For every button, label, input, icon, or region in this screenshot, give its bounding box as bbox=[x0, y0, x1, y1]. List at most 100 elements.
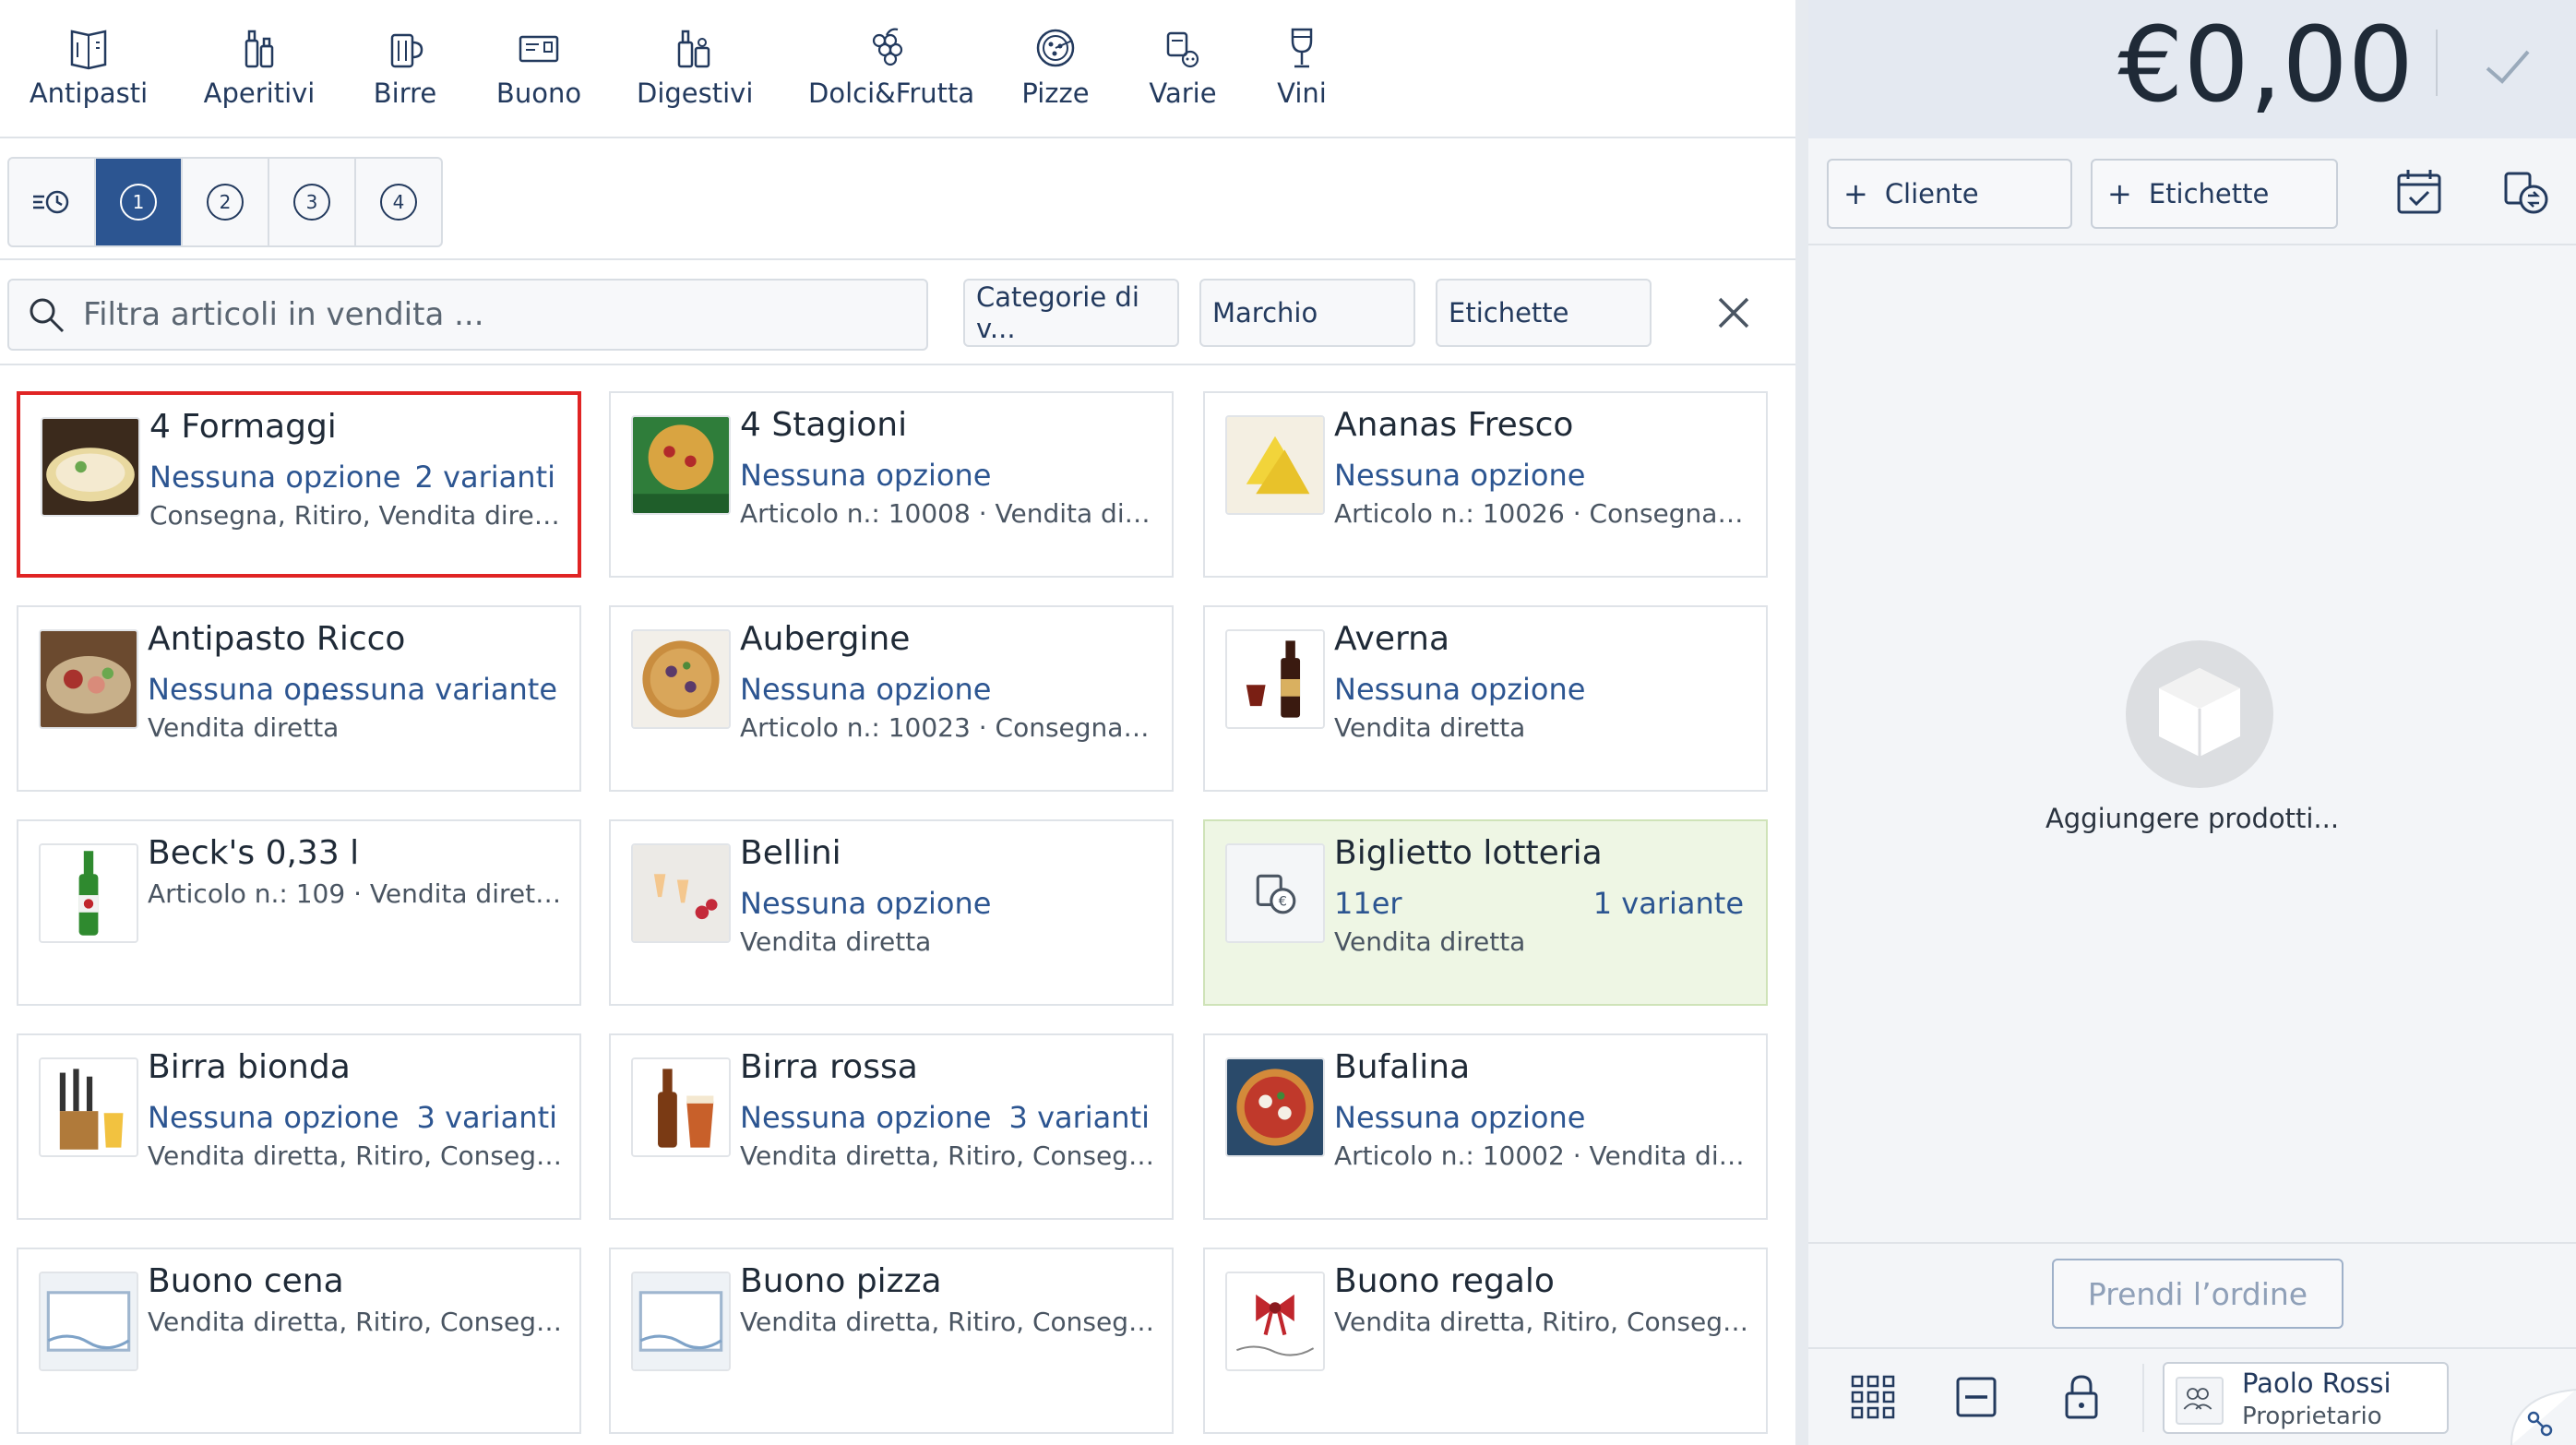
category-varie[interactable]: Varie bbox=[1144, 24, 1222, 116]
minus-square-icon[interactable] bbox=[1952, 1373, 2000, 1421]
search-placeholder: Filtra articoli in vendita ... bbox=[83, 296, 484, 333]
course-tab-4[interactable]: 4 bbox=[356, 159, 441, 245]
product-card-becks[interactable]: Beck's 0,33 l Articolo n.: 109 · Vendita… bbox=[17, 819, 581, 1006]
divider bbox=[1808, 244, 2576, 245]
cart-total: €0,00 bbox=[2117, 6, 2414, 125]
product-card-averna[interactable]: Averna Nessuna opzione Vendita diretta bbox=[1203, 605, 1768, 792]
product-image bbox=[1225, 415, 1325, 515]
category-label: Birre bbox=[373, 78, 437, 109]
product-image bbox=[631, 1057, 731, 1157]
liquor-bottles-icon bbox=[637, 24, 751, 78]
category-label: Dolci&Frutta bbox=[808, 78, 975, 109]
category-birre[interactable]: Birre bbox=[364, 24, 447, 116]
product-card-4-stagioni[interactable]: 4 Stagioni Nessuna opzione Articolo n.: … bbox=[609, 391, 1174, 578]
voucher-icon bbox=[489, 24, 589, 78]
cart-panel: €0,00 + Cliente + Etichette Aggiungere p… bbox=[1808, 0, 2576, 1445]
product-card-antipasto-ricco[interactable]: Antipasto Ricco Nessuna op... nessuna va… bbox=[17, 605, 581, 792]
pizza-icon bbox=[1015, 24, 1096, 78]
product-card-bellini[interactable]: Bellini Nessuna opzione Vendita diretta bbox=[609, 819, 1174, 1006]
product-image bbox=[39, 629, 138, 729]
product-image: € bbox=[1225, 843, 1325, 943]
product-image bbox=[39, 843, 138, 943]
product-card-4-formaggi[interactable]: 4 Formaggi Nessuna opzione 2 varianti Co… bbox=[17, 391, 581, 578]
plus-icon: + bbox=[1843, 176, 1868, 211]
course-tabs: 1 2 3 4 bbox=[7, 157, 443, 247]
category-pizze[interactable]: Pizze bbox=[1015, 24, 1096, 116]
connection-icon[interactable] bbox=[2502, 1377, 2576, 1445]
product-panel: Antipasti Aperitivi Birre Buono Digestiv… bbox=[0, 0, 1795, 1445]
product-card-birra-rossa[interactable]: Birra rossa Nessuna opzione 3 varianti V… bbox=[609, 1033, 1174, 1220]
product-card-ananas-fresco[interactable]: Ananas Fresco Nessuna opzione Articolo n… bbox=[1203, 391, 1768, 578]
category-label: Vini bbox=[1277, 78, 1327, 109]
product-image bbox=[1225, 1057, 1325, 1157]
divider bbox=[1808, 1347, 2576, 1349]
category-label: Pizze bbox=[1021, 78, 1090, 109]
product-card-buono-regalo[interactable]: Buono regalo Vendita diretta, Ritiro, Co… bbox=[1203, 1248, 1768, 1434]
course-tab-2[interactable]: 2 bbox=[183, 159, 269, 245]
plus-icon: + bbox=[2107, 176, 2132, 211]
add-labels-button[interactable]: + Etichette bbox=[2091, 159, 2338, 229]
category-label: Antipasti bbox=[29, 78, 149, 109]
empty-cart-box-icon bbox=[2126, 640, 2273, 788]
course-tab-1[interactable]: 1 bbox=[96, 159, 183, 245]
category-antipasti[interactable]: Antipasti bbox=[28, 24, 149, 116]
bottles-icon bbox=[199, 24, 319, 78]
divider bbox=[2142, 1364, 2144, 1432]
category-dolci-frutta[interactable]: Dolci&Frutta bbox=[808, 24, 975, 116]
divider bbox=[2436, 30, 2438, 96]
product-image bbox=[631, 843, 731, 943]
panel-divider bbox=[1795, 0, 1808, 1445]
take-order-button[interactable]: Prendi l’ordine bbox=[2052, 1259, 2343, 1329]
product-image bbox=[1225, 629, 1325, 729]
product-card-bufalina[interactable]: Bufalina Nessuna opzione Articolo n.: 10… bbox=[1203, 1033, 1768, 1220]
lock-icon[interactable] bbox=[2057, 1373, 2105, 1421]
calendar-icon[interactable] bbox=[2393, 166, 2445, 218]
category-label: Varie bbox=[1149, 78, 1217, 109]
search-icon bbox=[30, 298, 65, 333]
svg-text:€: € bbox=[1279, 894, 1287, 910]
users-icon bbox=[2176, 1377, 2224, 1425]
product-image bbox=[631, 1272, 731, 1371]
add-customer-button[interactable]: + Cliente bbox=[1827, 159, 2072, 229]
beer-mug-icon bbox=[364, 24, 447, 78]
transfer-order-icon[interactable] bbox=[2500, 166, 2552, 218]
grapes-icon bbox=[808, 24, 965, 78]
product-image bbox=[41, 417, 140, 517]
misc-icon bbox=[1144, 24, 1222, 78]
user-role: Proprietario bbox=[2242, 1403, 2382, 1430]
product-card-buono-cena[interactable]: Buono cena Vendita diretta, Ritiro, Cons… bbox=[17, 1248, 581, 1434]
category-digestivi[interactable]: Digestivi bbox=[637, 24, 754, 116]
user-name: Paolo Rossi bbox=[2242, 1367, 2391, 1399]
grid-icon[interactable] bbox=[1849, 1373, 1897, 1421]
user-account-button[interactable]: Paolo Rossi Proprietario bbox=[2163, 1362, 2449, 1434]
close-icon[interactable] bbox=[1712, 292, 1755, 334]
product-image bbox=[631, 415, 731, 515]
category-label: Buono bbox=[495, 78, 582, 109]
divider bbox=[0, 364, 1795, 365]
total-bar: €0,00 bbox=[1808, 0, 2576, 138]
course-history-tab[interactable] bbox=[9, 159, 96, 245]
category-buono[interactable]: Buono bbox=[489, 24, 589, 116]
checkmark-icon[interactable] bbox=[2478, 37, 2537, 96]
divider bbox=[1808, 1242, 2576, 1244]
product-card-buono-pizza[interactable]: Buono pizza Vendita diretta, Ritiro, Con… bbox=[609, 1248, 1174, 1434]
menu-card-icon bbox=[28, 24, 149, 78]
category-vini[interactable]: Vini bbox=[1270, 24, 1334, 116]
category-aperitivi[interactable]: Aperitivi bbox=[199, 24, 319, 116]
course-tab-3[interactable]: 3 bbox=[269, 159, 356, 245]
category-bar: Antipasti Aperitivi Birre Buono Digestiv… bbox=[0, 0, 1795, 138]
product-card-birra-bionda[interactable]: Birra bionda Nessuna opzione 3 varianti … bbox=[17, 1033, 581, 1220]
product-image bbox=[39, 1057, 138, 1157]
filter-labels[interactable]: Etichette bbox=[1436, 279, 1652, 347]
product-card-aubergine[interactable]: Aubergine Nessuna opzione Articolo n.: 1… bbox=[609, 605, 1174, 792]
filter-brand[interactable]: Marchio bbox=[1199, 279, 1415, 347]
product-card-biglietto-lotteria[interactable]: € Biglietto lotteria 11er 1 variante Ven… bbox=[1203, 819, 1768, 1006]
empty-cart-message: Aggiungere prodotti... bbox=[2045, 803, 2340, 834]
category-label: Digestivi bbox=[637, 78, 754, 109]
product-image bbox=[1225, 1272, 1325, 1371]
clock-list-icon bbox=[33, 190, 69, 214]
filter-categories[interactable]: Categorie di v... bbox=[963, 279, 1179, 347]
search-input[interactable]: Filtra articoli in vendita ... bbox=[7, 279, 928, 351]
category-label: Aperitivi bbox=[203, 78, 316, 109]
product-image bbox=[39, 1272, 138, 1371]
